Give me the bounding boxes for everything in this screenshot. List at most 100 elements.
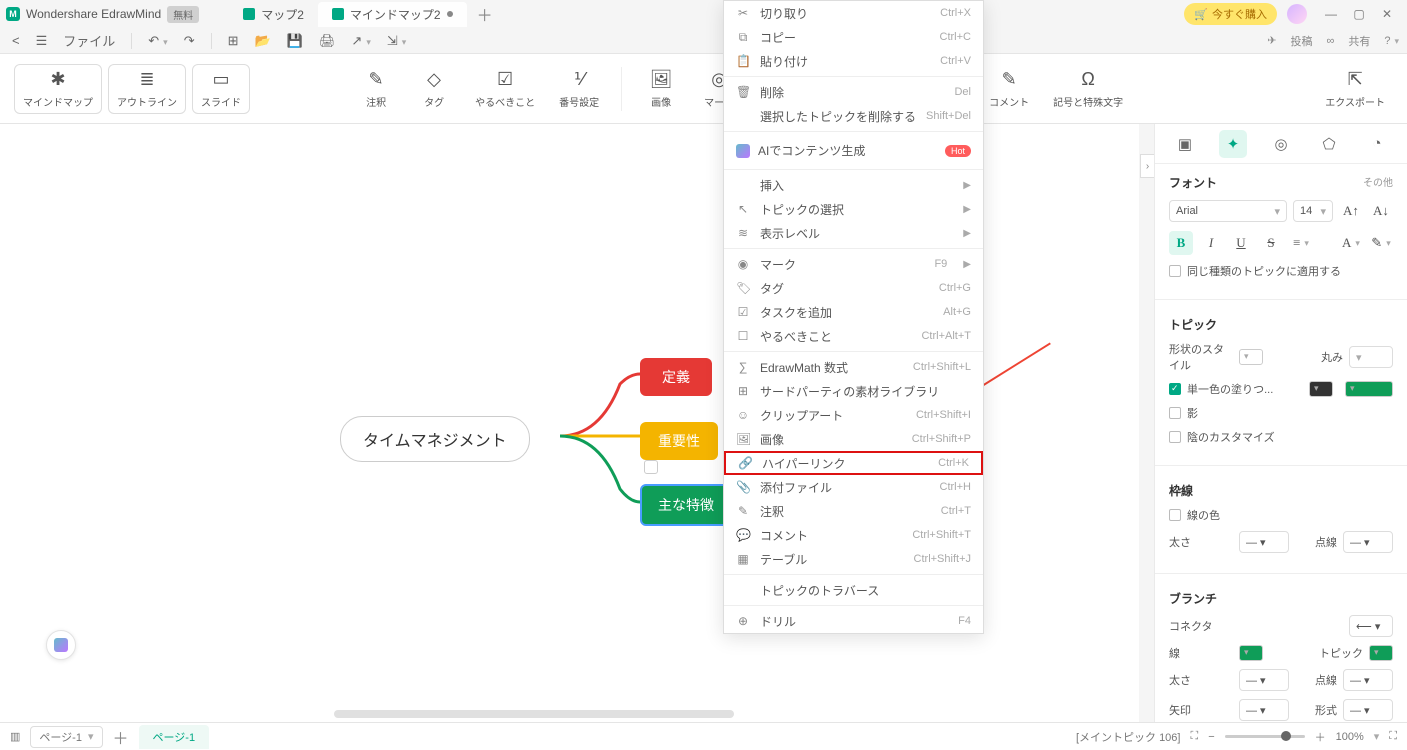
help-button[interactable]: ? [1384,35,1399,47]
fullscreen-icon[interactable]: ⛶ [1389,730,1397,743]
open-button[interactable]: 📂 [251,31,275,51]
user-avatar[interactable] [1287,4,1307,24]
format-select[interactable]: — ▾ [1343,699,1393,721]
expand-handle[interactable] [644,460,658,474]
fill-color-1[interactable] [1309,381,1333,397]
horizontal-scrollbar[interactable] [334,710,734,718]
zoom-in-button[interactable]: ＋ [1315,729,1326,745]
strike-button[interactable]: S [1259,231,1283,255]
new-button[interactable]: ⊞ [224,31,243,51]
connector-select[interactable]: ⟵ ▾ [1349,615,1393,637]
ai-fab-button[interactable] [46,630,76,660]
ctx-table[interactable]: ▦テーブルCtrl+Shift+J [724,547,983,571]
ctx-display-level[interactable]: ≋表示レベル▶ [724,221,983,245]
branch-line-color[interactable] [1239,645,1263,661]
share-button[interactable]: ↗ [347,31,374,51]
panel-tab-history[interactable]: ◔ [1363,130,1391,158]
ctx-cut[interactable]: ✂切り取りCtrl+X [724,1,983,25]
layout-toggle-icon[interactable]: ▥ [10,730,20,743]
tag-button[interactable]: ◇タグ [409,65,459,113]
comment-button[interactable]: ✎コメント [981,65,1037,113]
font-size-select[interactable]: 14▾ [1293,200,1333,222]
panel-tab-icon[interactable]: ⬠ [1315,130,1343,158]
ctx-traverse[interactable]: トピックのトラバース [724,578,983,602]
branch-topic-color[interactable] [1369,645,1393,661]
border-dash-select[interactable]: — ▾ [1343,531,1393,553]
font-increase-button[interactable]: A↑ [1339,199,1363,223]
ctx-note[interactable]: ✎注釈Ctrl+T [724,499,983,523]
maximize-button[interactable]: ▢ [1345,7,1373,21]
ctx-delete-selected[interactable]: 選択したトピックを削除するShift+Del [724,104,983,128]
ctx-copy[interactable]: ⧉コピーCtrl+C [724,25,983,49]
ctx-insert[interactable]: 挿入▶ [724,173,983,197]
align-button[interactable]: ≡ [1289,231,1313,255]
ctx-tag[interactable]: 🏷タグCtrl+G [724,276,983,300]
todo-button[interactable]: ☑やるべきこと [467,65,543,113]
view-slide-button[interactable]: ▭スライド [192,64,250,114]
shadow-custom-checkbox[interactable] [1169,431,1181,443]
subtopic-2[interactable]: 重要性 [640,422,718,460]
image-button[interactable]: 🖼画像 [636,65,686,113]
note-button[interactable]: ✎注釈 [351,65,401,113]
shadow-checkbox[interactable] [1169,407,1181,419]
ctx-todo[interactable]: ☐やるべきことCtrl+Alt+T [724,324,983,348]
zoom-out-button[interactable]: − [1208,731,1214,743]
export-tool-button[interactable]: ⇱エクスポート [1317,65,1393,113]
panel-tab-style[interactable]: ✦ [1219,130,1247,158]
symbol-button[interactable]: Ω記号と特殊文字 [1045,65,1131,113]
ctx-paste[interactable]: 📋貼り付けCtrl+V [724,49,983,73]
hamburger-icon[interactable]: ☰ [32,31,52,51]
panel-tab-mark[interactable]: ◎ [1267,130,1295,158]
apply-same-checkbox[interactable] [1169,265,1181,277]
export-button[interactable]: ⇲ [383,31,410,51]
arrow-select[interactable]: — ▾ [1239,699,1289,721]
save-button[interactable]: 💾 [283,31,307,51]
doc-tab-1[interactable]: マップ2 [229,2,318,27]
ctx-attachment[interactable]: 📎添付ファイルCtrl+H [724,475,983,499]
ctx-math[interactable]: ∑EdrawMath 数式Ctrl+Shift+L [724,355,983,379]
zoom-slider[interactable] [1225,735,1305,738]
branch-dash-select[interactable]: — ▾ [1343,669,1393,691]
font-other[interactable]: その他 [1363,174,1393,191]
ctx-drill[interactable]: ⊕ドリルF4 [724,609,983,633]
numbering-button[interactable]: ⅟番号設定 [551,65,607,113]
undo-button[interactable]: ↶ [144,31,171,51]
back-button[interactable]: < [8,31,24,50]
buy-now-button[interactable]: 🛒今すぐ購入 [1184,3,1277,25]
ctx-delete[interactable]: 🗑削除Del [724,80,983,104]
border-thick-select[interactable]: — ▾ [1239,531,1289,553]
ctx-mark[interactable]: ◉マークF9▶ [724,252,983,276]
view-mindmap-button[interactable]: ✱マインドマップ [14,64,102,114]
fit-icon[interactable]: ⛶ [1190,730,1198,743]
ctx-ai-generate[interactable]: AIでコンテンツ生成Hot [724,135,983,166]
close-button[interactable]: ✕ [1373,7,1401,21]
subtopic-3-selected[interactable]: 主な特徴 [640,484,732,526]
doc-tab-2[interactable]: マインドマップ2 [318,2,467,27]
ctx-clipart[interactable]: ☺クリップアートCtrl+Shift+I [724,403,983,427]
post-button[interactable]: 投稿 [1291,33,1313,49]
fill-color-2[interactable] [1345,381,1393,397]
ctx-topic-select[interactable]: ↖トピックの選択▶ [724,197,983,221]
italic-button[interactable]: I [1199,231,1223,255]
solid-fill-checkbox[interactable] [1169,383,1181,395]
highlight-color-button[interactable]: ✎ [1369,231,1393,255]
bold-button[interactable]: B [1169,231,1193,255]
ctx-hyperlink[interactable]: 🔗ハイパーリンクCtrl+K [724,451,983,475]
redo-button[interactable]: ↷ [180,31,199,51]
font-color-button[interactable]: A [1339,231,1363,255]
file-menu[interactable]: ファイル [59,29,119,52]
shape-style-select[interactable] [1239,349,1263,365]
central-topic[interactable]: タイムマネジメント [340,416,530,462]
round-select[interactable]: ▾ [1349,346,1393,368]
print-button[interactable]: 🖨 [315,31,340,51]
ctx-third-party[interactable]: ⊞サードパーティの素材ライブラリ [724,379,983,403]
send-icon[interactable]: ✈ [1267,34,1276,47]
font-family-select[interactable]: Arial▾ [1169,200,1287,222]
share-label[interactable]: 共有 [1348,33,1370,49]
new-tab-button[interactable]: ＋ [477,2,493,27]
page-selector[interactable]: ページ-1▾ [30,726,102,748]
minimize-button[interactable]: — [1317,7,1345,21]
share-icon[interactable]: ∞ [1327,35,1335,47]
ctx-image[interactable]: 🖼画像Ctrl+Shift+P [724,427,983,451]
add-page-button[interactable]: ＋ [113,725,129,749]
